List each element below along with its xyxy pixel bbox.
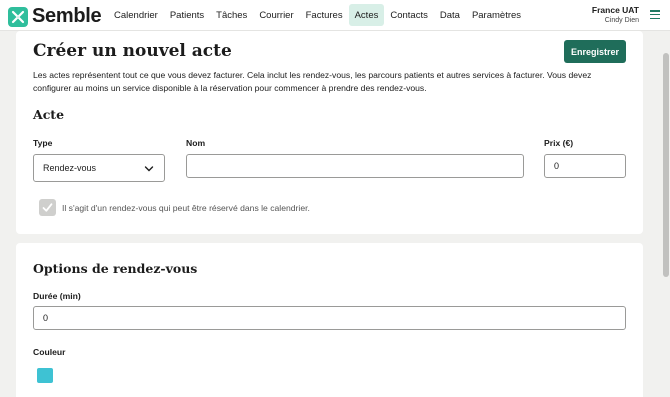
type-select[interactable]: Rendez-vous bbox=[33, 154, 165, 182]
chevron-down-icon bbox=[144, 166, 154, 172]
nav-item-taches[interactable]: Tâches bbox=[210, 4, 253, 26]
checkmark-icon bbox=[42, 203, 53, 212]
scrollbar-thumb[interactable] bbox=[663, 53, 669, 277]
type-label: Type bbox=[33, 138, 53, 148]
price-input[interactable]: 0 bbox=[544, 154, 626, 178]
options-section-title: Options de rendez-vous bbox=[33, 261, 198, 276]
hamburger-menu-icon[interactable] bbox=[650, 10, 660, 20]
color-label: Couleur bbox=[33, 347, 66, 357]
type-select-value: Rendez-vous bbox=[43, 163, 97, 173]
page-scrollbar[interactable] bbox=[662, 31, 670, 397]
acte-card: Créer un nouvel acte Enregistrer Les act… bbox=[16, 31, 643, 234]
bookable-label: Il s'agit d'un rendez-vous qui peut être… bbox=[62, 202, 310, 213]
color-swatch[interactable] bbox=[37, 368, 53, 383]
duration-input[interactable]: 0 bbox=[33, 306, 626, 330]
brand-name: Semble bbox=[32, 5, 102, 27]
user-account[interactable]: France UAT Cindy Dien bbox=[592, 5, 639, 24]
nav-item-contacts[interactable]: Contacts bbox=[384, 4, 434, 26]
semble-logo-icon bbox=[8, 6, 28, 27]
bookable-checkbox[interactable] bbox=[39, 199, 56, 216]
top-navigation-bar: Semble Calendrier Patients Tâches Courri… bbox=[0, 0, 670, 31]
user-name: Cindy Dien bbox=[604, 17, 639, 24]
nav-item-actes[interactable]: Actes bbox=[348, 4, 385, 26]
nav-item-patients[interactable]: Patients bbox=[164, 4, 210, 26]
name-label: Nom bbox=[186, 138, 206, 148]
nav-item-data[interactable]: Data bbox=[434, 4, 466, 26]
save-button[interactable]: Enregistrer bbox=[564, 40, 626, 63]
bookable-option: Il s'agit d'un rendez-vous qui peut être… bbox=[39, 199, 310, 216]
appointment-options-card: Options de rendez-vous Durée (min) 0 Cou… bbox=[16, 243, 643, 397]
user-organisation: France UAT bbox=[591, 5, 639, 15]
semble-logo[interactable]: Semble bbox=[8, 5, 102, 28]
nav-item-calendrier[interactable]: Calendrier bbox=[108, 4, 164, 26]
main-nav: Calendrier Patients Tâches Courrier Fact… bbox=[108, 4, 527, 26]
intro-text: Les actes représentent tout ce que vous … bbox=[33, 70, 592, 93]
nav-item-courrier[interactable]: Courrier bbox=[253, 4, 299, 26]
acte-section-title: Acte bbox=[33, 107, 65, 122]
duration-label: Durée (min) bbox=[33, 291, 81, 301]
nav-item-factures[interactable]: Factures bbox=[300, 4, 349, 26]
name-input[interactable] bbox=[186, 154, 524, 178]
nav-item-parametres[interactable]: Paramètres bbox=[466, 4, 527, 26]
price-label: Prix (€) bbox=[544, 138, 574, 148]
page-title: Créer un nouvel acte bbox=[33, 41, 232, 61]
